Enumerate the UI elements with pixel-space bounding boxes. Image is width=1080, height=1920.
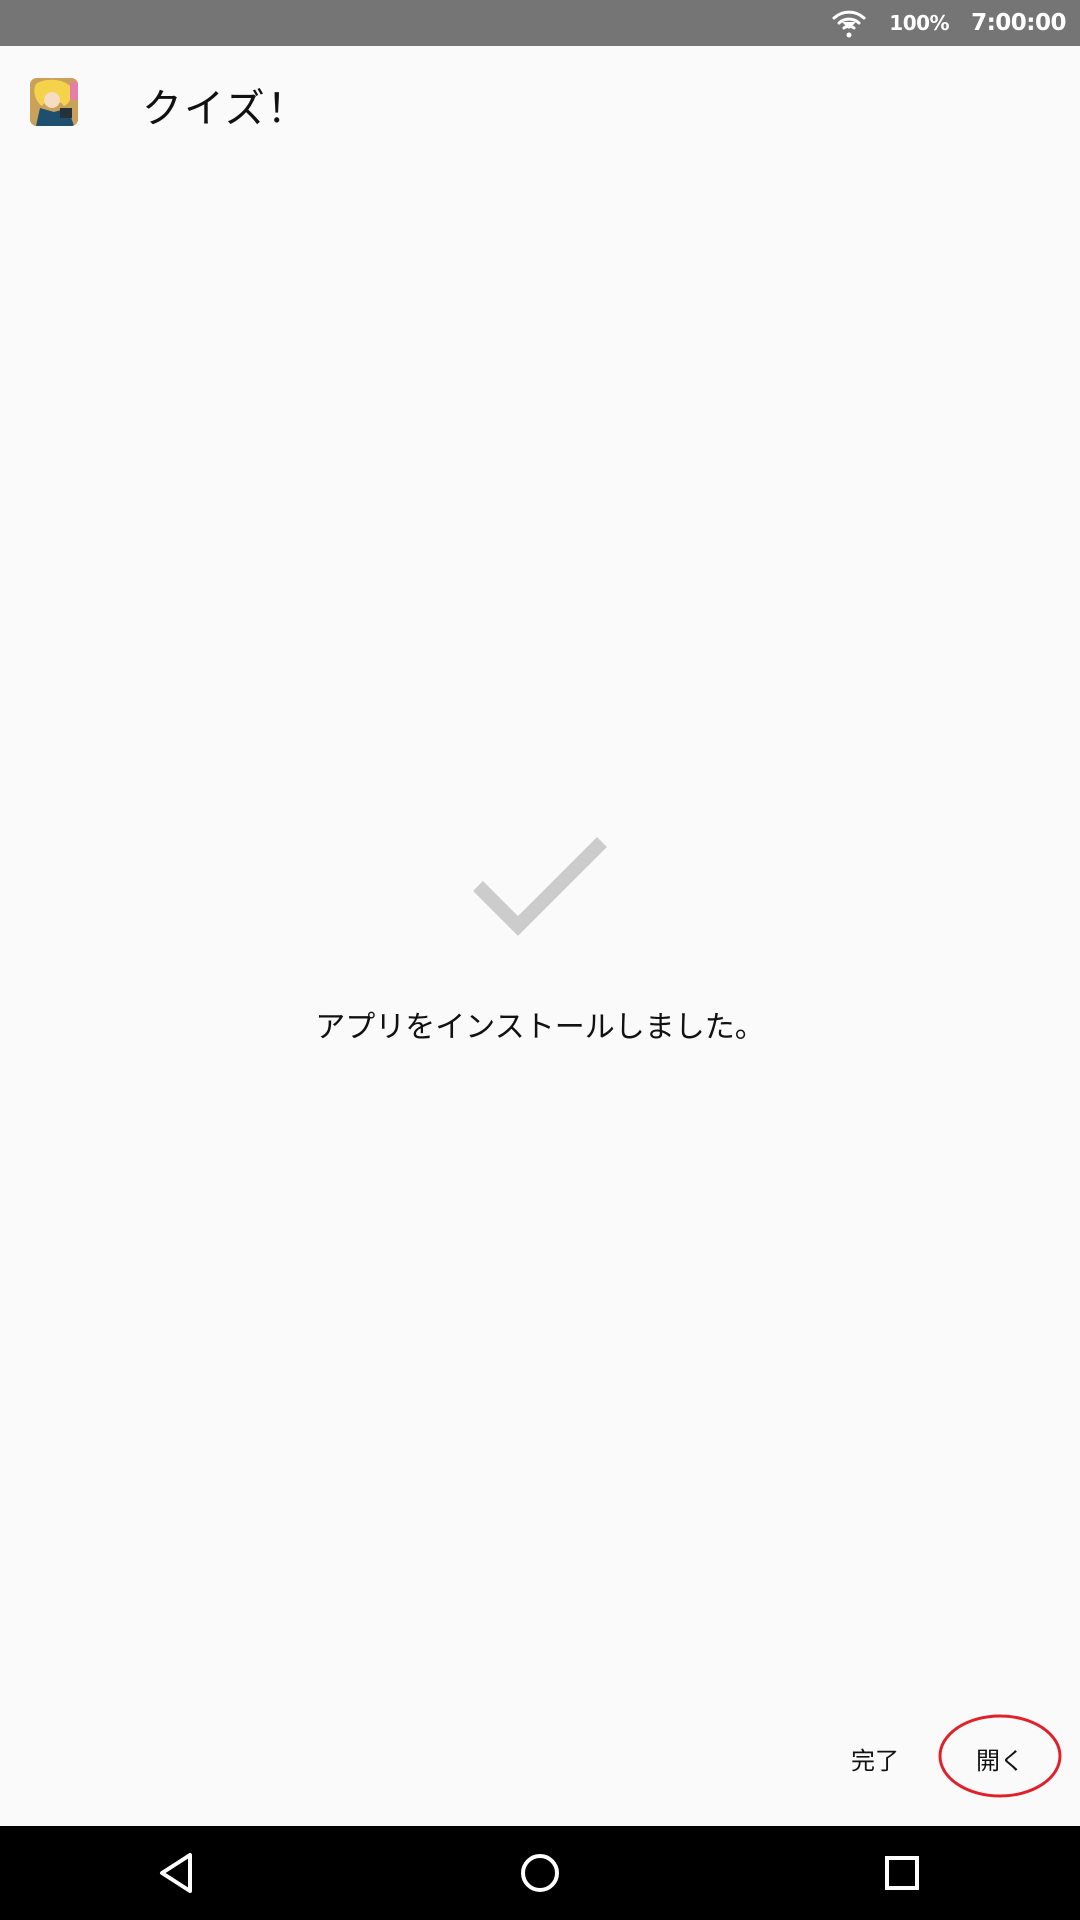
status-time: 7:00:00 xyxy=(971,10,1066,36)
done-button[interactable]: 完了 xyxy=(830,1728,920,1788)
navigation-bar xyxy=(0,1826,1080,1920)
wifi-icon xyxy=(832,10,866,38)
back-icon[interactable] xyxy=(152,1847,204,1899)
home-icon[interactable] xyxy=(514,1847,566,1899)
install-complete-message: アプリをインストールしました。 xyxy=(315,1010,765,1045)
check-icon xyxy=(473,837,607,936)
recents-icon[interactable] xyxy=(876,1847,928,1899)
battery-level: 100% xyxy=(889,11,950,35)
status-indicators: 100% 7:00:00 xyxy=(831,0,1066,46)
app-header: クイズ！ xyxy=(0,46,1080,158)
app-title: クイズ！ xyxy=(142,86,309,132)
status-bar: 100% 7:00:00 xyxy=(0,0,1080,46)
app-icon xyxy=(30,78,78,126)
highlight-circle xyxy=(938,1714,1062,1798)
